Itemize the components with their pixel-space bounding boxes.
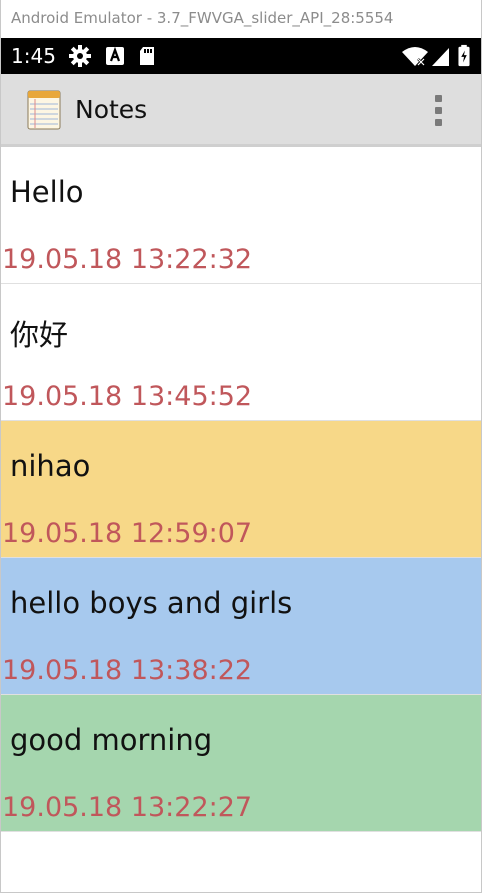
app-bar: Notes [1,74,481,147]
note-title: nihao [10,449,91,483]
app-title: Notes [75,95,148,124]
note-title: 你好 [10,318,69,352]
notepad-icon [27,90,61,130]
note-item[interactable]: good morning 19.05.18 13:22:27 [1,695,481,832]
menu-dot [435,119,442,126]
window-title-bar: Android Emulator - 3.7_FWVGA_slider_API_… [1,0,481,38]
note-list: Hello 19.05.18 13:22:32 你好 19.05.18 13:4… [1,147,481,832]
accessibility-icon [106,46,124,65]
status-time: 1:45 [11,44,56,68]
overflow-menu-icon[interactable] [427,93,451,129]
note-item[interactable]: hello boys and girls 19.05.18 13:38:22 [1,558,481,695]
menu-dot [435,107,442,114]
note-date: 19.05.18 13:22:27 [2,792,253,823]
note-title: good morning [10,723,213,757]
menu-dot [435,95,442,102]
sd-card-icon [140,47,154,65]
battery-icon [458,44,470,67]
note-item[interactable]: 你好 19.05.18 13:45:52 [1,284,481,421]
note-date: 19.05.18 12:59:07 [2,518,253,549]
window-title: Android Emulator - 3.7_FWVGA_slider_API_… [11,9,394,27]
emulator-window: Android Emulator - 3.7_FWVGA_slider_API_… [0,0,482,893]
wifi-icon [402,47,428,66]
settings-icon [69,45,91,67]
note-title: Hello [10,175,84,209]
status-bar: 1:45 [1,38,481,74]
note-item[interactable]: Hello 19.05.18 13:22:32 [1,147,481,284]
note-item[interactable]: nihao 19.05.18 12:59:07 [1,421,481,558]
note-date: 19.05.18 13:45:52 [2,381,253,412]
note-title: hello boys and girls [10,586,293,620]
note-date: 19.05.18 13:38:22 [2,655,253,686]
note-date: 19.05.18 13:22:32 [2,244,253,275]
cell-signal-icon [432,48,449,66]
